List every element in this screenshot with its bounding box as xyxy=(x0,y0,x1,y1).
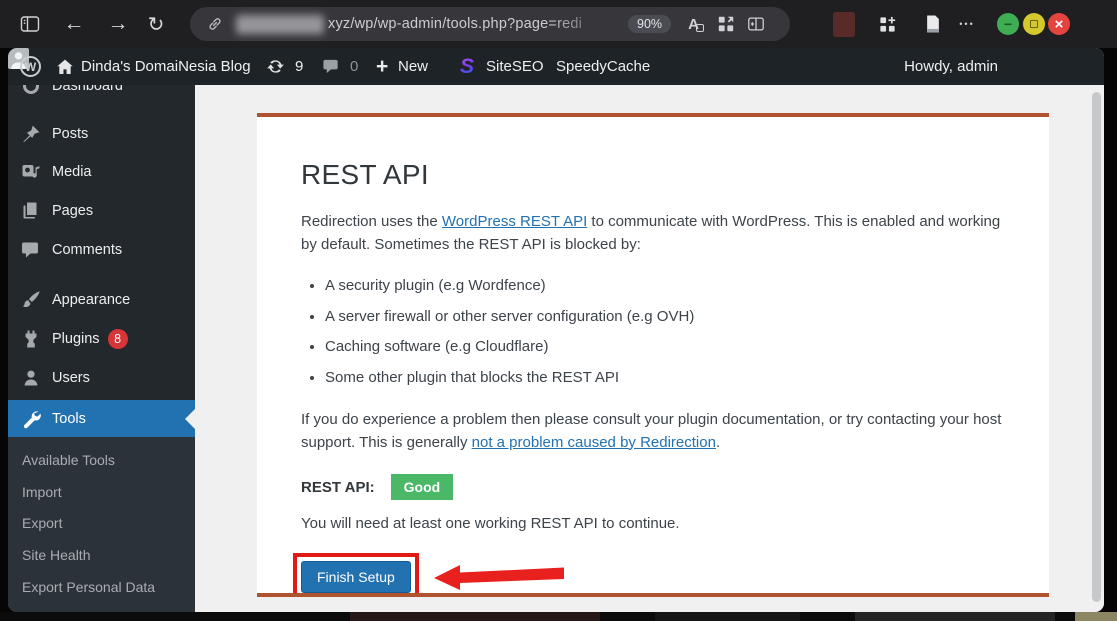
tab-sidebar-icon[interactable] xyxy=(12,0,48,48)
list-item: A server firewall or other server config… xyxy=(325,306,1005,329)
intro-paragraph: Redirection uses the WordPress REST API … xyxy=(301,211,1005,256)
sidebar-item-appearance[interactable]: Appearance xyxy=(8,283,195,317)
wordpress-rest-api-link[interactable]: WordPress REST API xyxy=(442,213,587,230)
rest-api-status-row: REST API: Good xyxy=(301,474,1005,500)
browser-viewport: W Dinda's DomaiNesia Blog 9 0 + New S Si… xyxy=(8,48,1104,612)
browser-menu-icon[interactable]: ••• xyxy=(952,0,982,48)
howdy-admin-link[interactable]: Howdy, admin xyxy=(904,48,998,85)
pages-icon xyxy=(21,201,41,221)
split-screen-icon[interactable] xyxy=(741,9,771,39)
submenu-item-export-personal-data[interactable]: Export Personal Data xyxy=(8,574,195,600)
close-button[interactable]: × xyxy=(1048,13,1070,35)
updates-count[interactable]: 9 xyxy=(295,48,303,85)
forward-icon[interactable]: → xyxy=(100,0,136,48)
user-icon xyxy=(21,368,41,388)
rest-api-label: REST API: xyxy=(301,479,375,496)
rest-api-card: REST API Redirection uses the WordPress … xyxy=(257,113,1049,597)
tools-submenu: Available Tools Import Export Site Healt… xyxy=(8,437,195,612)
siteseo-menu-item[interactable]: SiteSEO xyxy=(486,48,544,85)
submenu-item-import[interactable]: Import xyxy=(8,479,195,505)
site-name-link[interactable]: Dinda's DomaiNesia Blog xyxy=(81,48,251,85)
grid-open-icon[interactable] xyxy=(711,9,741,39)
comments-bubble-icon[interactable] xyxy=(322,48,341,85)
home-icon[interactable] xyxy=(56,48,74,85)
sidebar-item-users[interactable]: Users xyxy=(8,361,195,395)
back-icon[interactable]: ← xyxy=(56,0,92,48)
finish-setup-button[interactable]: Finish Setup xyxy=(301,561,411,593)
sidebar-item-dashboard[interactable]: Dashboard xyxy=(8,85,195,103)
annotation-arrow xyxy=(433,562,565,592)
admin-sidebar: Dashboard Posts Media Pages Comments App… xyxy=(8,85,195,612)
siteseo-logo-icon[interactable]: S xyxy=(460,48,474,85)
comments-count[interactable]: 0 xyxy=(350,48,358,85)
support-paragraph: If you do experience a problem then plea… xyxy=(301,409,1005,454)
comment-icon xyxy=(21,240,41,260)
not-a-problem-link[interactable]: not a problem caused by Redirection xyxy=(472,434,716,451)
taskbar-strip xyxy=(0,612,1117,621)
updates-icon[interactable] xyxy=(266,48,285,85)
finish-setup-row: Finish Setup xyxy=(293,553,1005,598)
continue-text: You will need at least one working REST … xyxy=(301,513,1005,536)
new-menu-item[interactable]: New xyxy=(398,48,428,85)
pushpin-icon xyxy=(21,124,41,144)
media-icon xyxy=(21,162,41,182)
reload-icon[interactable]: ↻ xyxy=(138,0,174,48)
zoom-level-badge[interactable]: 90% xyxy=(628,15,671,33)
list-item: Some other plugin that blocks the REST A… xyxy=(325,367,1005,390)
sidebar-item-pages[interactable]: Pages xyxy=(8,194,195,228)
url-text: xyz/wp/wp-admin/tools.php?page=redi xyxy=(328,16,628,32)
wp-body: Dashboard Posts Media Pages Comments App… xyxy=(8,85,1104,612)
list-item: A security plugin (e.g Wordfence) xyxy=(325,275,1005,298)
plugin-icon xyxy=(21,329,41,349)
maximize-button[interactable] xyxy=(1023,13,1045,35)
apps-grid-icon[interactable] xyxy=(872,0,902,48)
submenu-item-site-health[interactable]: Site Health xyxy=(8,542,195,568)
status-badge: Good xyxy=(391,474,454,500)
scrollbar-thumb[interactable] xyxy=(1092,92,1101,602)
browser-chrome: ← → ↻ xyz/wp/wp-admin/tools.php?page=red… xyxy=(0,0,1117,48)
list-item: Caching software (e.g Cloudflare) xyxy=(325,336,1005,359)
plugins-update-badge: 8 xyxy=(108,329,128,349)
extension-icon[interactable] xyxy=(833,12,855,37)
page-scrollbar xyxy=(1092,92,1101,602)
annotation-highlight-box: Finish Setup xyxy=(293,553,419,598)
sidebar-item-tools[interactable]: Tools xyxy=(8,400,195,437)
page-title: REST API xyxy=(301,159,1005,191)
sidebar-item-comments[interactable]: Comments xyxy=(8,233,195,267)
content-area: REST API Redirection uses the WordPress … xyxy=(195,85,1104,612)
submenu-item-available-tools[interactable]: Available Tools xyxy=(8,447,195,473)
blurred-domain xyxy=(236,15,324,34)
sidebar-item-plugins[interactable]: Plugins 8 xyxy=(8,322,195,356)
blockers-list: A security plugin (e.g Wordfence) A serv… xyxy=(325,275,1005,389)
wordpress-logo-icon[interactable]: W xyxy=(20,48,41,85)
wrench-icon xyxy=(21,409,41,429)
minimize-button[interactable]: − xyxy=(997,13,1019,35)
translate-icon[interactable]: A xyxy=(681,9,711,39)
speedycache-menu-item[interactable]: SpeedyCache xyxy=(556,48,650,85)
document-icon[interactable] xyxy=(918,0,948,48)
url-bar[interactable]: xyz/wp/wp-admin/tools.php?page=redi 90% … xyxy=(190,7,790,41)
submenu-item-export[interactable]: Export xyxy=(8,510,195,536)
sidebar-item-media[interactable]: Media xyxy=(8,155,195,189)
plus-icon[interactable]: + xyxy=(376,48,388,85)
brush-icon xyxy=(21,290,41,310)
wp-admin-bar: W Dinda's DomaiNesia Blog 9 0 + New S Si… xyxy=(8,48,1104,85)
dashboard-icon xyxy=(21,85,41,96)
link-icon xyxy=(200,9,230,39)
sidebar-item-posts[interactable]: Posts xyxy=(8,117,195,151)
